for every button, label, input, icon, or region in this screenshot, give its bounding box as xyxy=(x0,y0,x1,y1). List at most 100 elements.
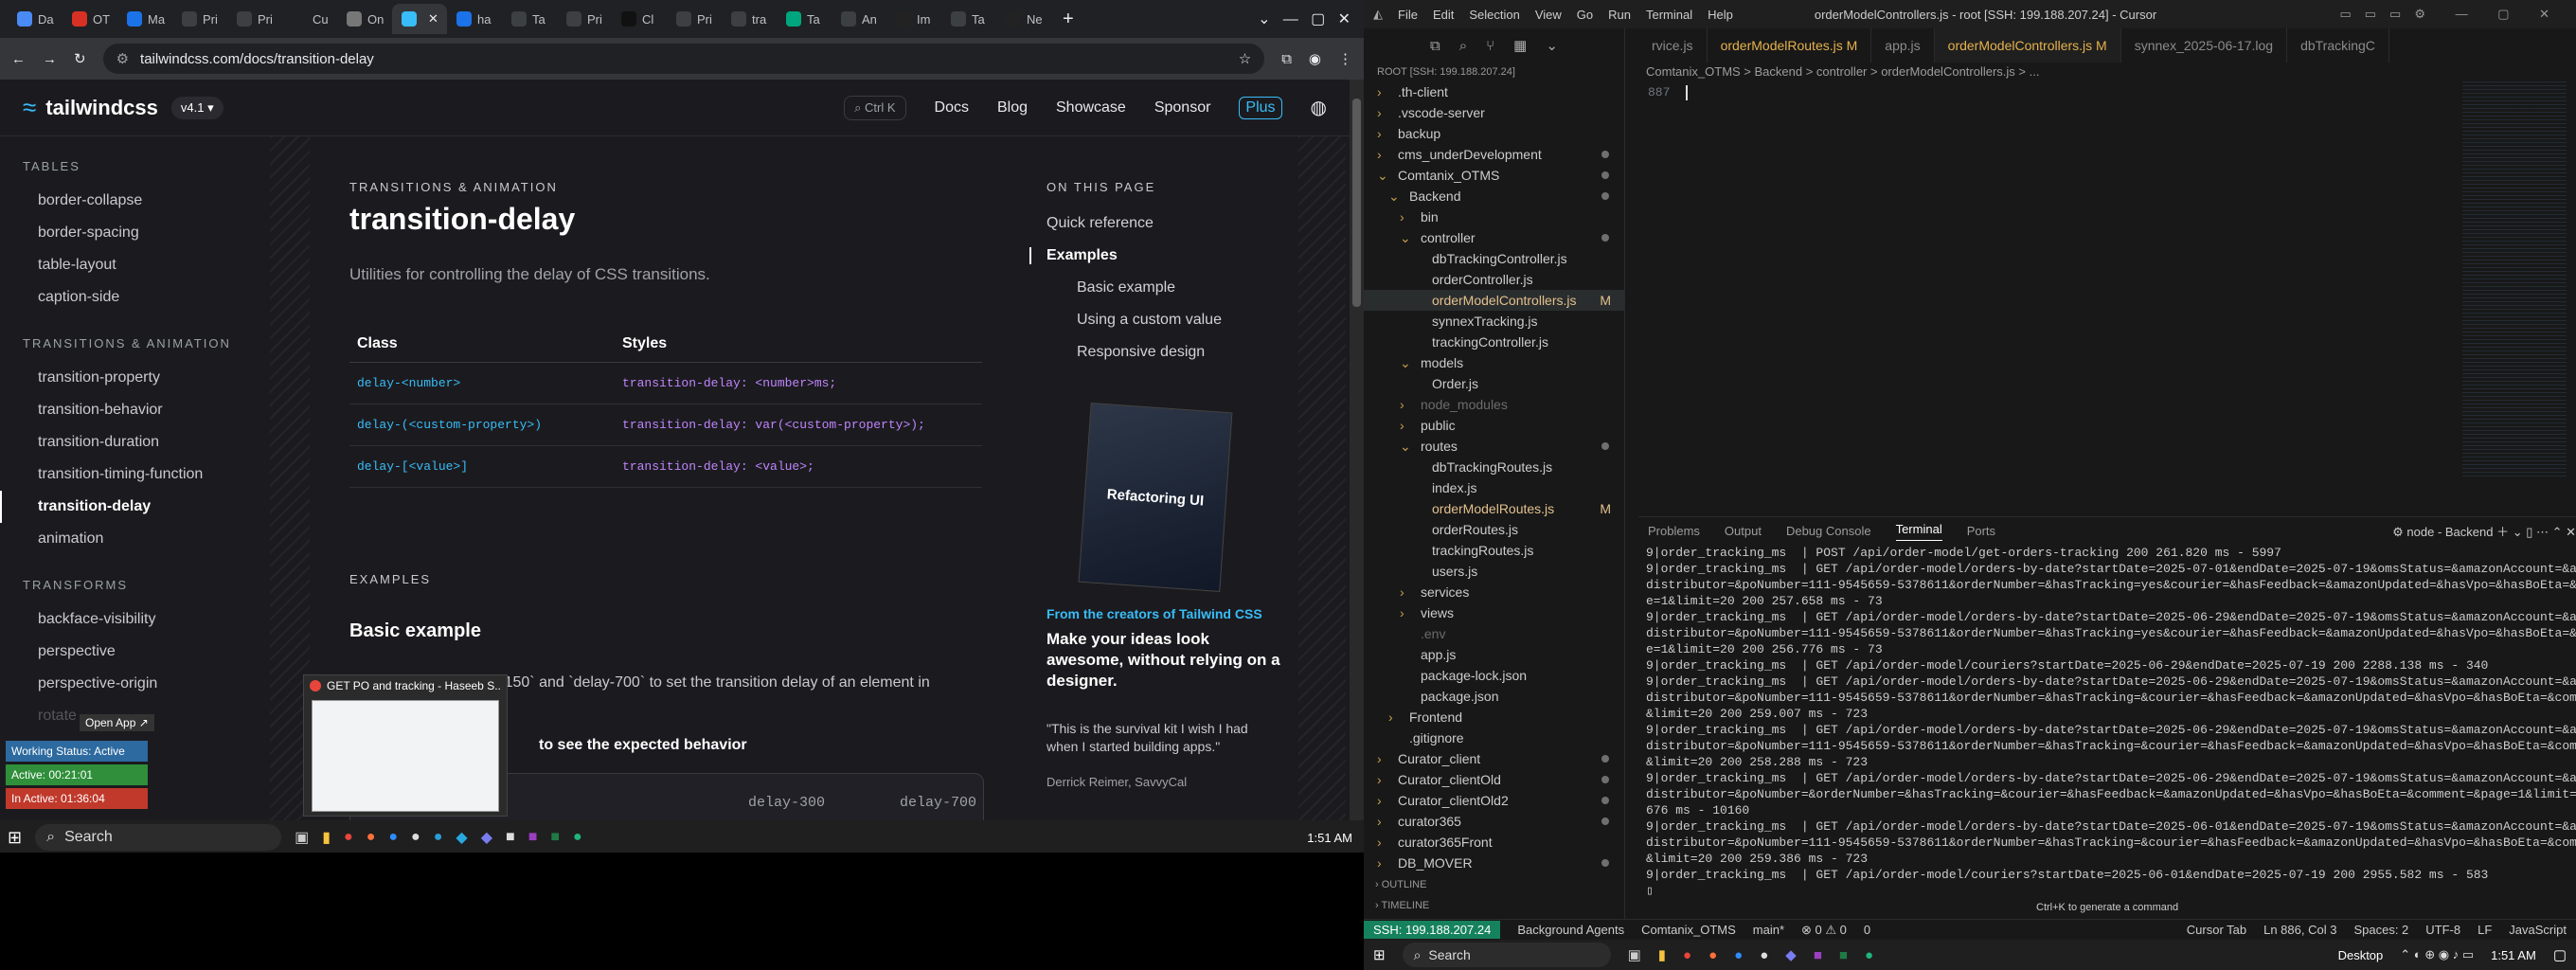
browser-tab[interactable]: Pri xyxy=(667,4,722,34)
sidebar-item-perspective[interactable]: perspective xyxy=(0,636,270,668)
browser-tab[interactable]: Ta xyxy=(777,4,832,34)
browser-tab[interactable]: ✕ xyxy=(392,4,447,34)
editor-tab[interactable]: orderModelRoutes.js M xyxy=(1708,28,1872,63)
excel-icon[interactable]: ■ xyxy=(550,829,560,846)
tree-folder[interactable]: › curator365Front xyxy=(1364,832,1624,853)
close-tab-icon[interactable]: ✕ xyxy=(428,11,438,27)
sidebar-item-transition-duration[interactable]: transition-duration xyxy=(0,426,270,458)
tree-folder[interactable]: ⌄ models xyxy=(1364,352,1624,373)
tree-folder[interactable]: › .vscode-server xyxy=(1364,102,1624,123)
excel-icon[interactable]: ■ xyxy=(1839,947,1848,963)
tree-folder[interactable]: › bin xyxy=(1364,207,1624,227)
tab-ports[interactable]: Ports xyxy=(1967,524,1995,538)
open-app-button[interactable]: Open App ↗ xyxy=(80,714,154,731)
chrome-taskbar-icon[interactable]: ● xyxy=(344,829,353,846)
tree-folder[interactable]: ⌄ Backend xyxy=(1364,186,1624,207)
onenote-icon[interactable]: ■ xyxy=(1814,947,1822,963)
browser-tab[interactable]: Ta xyxy=(941,4,996,34)
back-icon[interactable]: ← xyxy=(11,51,26,67)
menu-run[interactable]: Run xyxy=(1608,8,1631,22)
app-icon-2[interactable]: ● xyxy=(434,829,443,846)
eol[interactable]: LF xyxy=(2478,923,2492,937)
tree-folder[interactable]: › Curator_clientOld xyxy=(1364,769,1624,790)
tree-file[interactable]: .env xyxy=(1364,623,1624,644)
window-controls[interactable]: ⌄ — ▢ ✕ xyxy=(1258,9,1351,28)
new-tab-button[interactable]: + xyxy=(1063,9,1074,30)
source-control-icon[interactable]: ⑂ xyxy=(1486,38,1494,54)
ports-count[interactable]: 0 xyxy=(1864,923,1870,937)
nav-plus[interactable]: Plus xyxy=(1239,96,1282,119)
vscode-taskbar-icon[interactable]: ◆ xyxy=(1785,946,1797,963)
zoom-icon[interactable]: ● xyxy=(1734,947,1743,963)
app-icon-1[interactable]: ● xyxy=(411,829,420,846)
sidebar-item-transition-behavior[interactable]: transition-behavior xyxy=(0,394,270,426)
browser-tab[interactable]: tra xyxy=(722,4,777,34)
nav-showcase[interactable]: Showcase xyxy=(1056,99,1126,117)
sidebar-item-caption-side[interactable]: caption-side xyxy=(0,281,270,314)
tree-folder[interactable]: › Curator_clientOld2 xyxy=(1364,790,1624,811)
page-scroll-thumb[interactable] xyxy=(1352,99,1361,307)
editor-area[interactable]: 887 xyxy=(1638,81,2491,516)
tree-file[interactable]: index.js xyxy=(1364,477,1624,498)
browser-tab[interactable]: Da xyxy=(8,4,63,34)
tree-file[interactable]: orderModelControllers.js M xyxy=(1364,290,1624,311)
indent[interactable]: Spaces: 2 xyxy=(2353,923,2408,937)
browser-tab[interactable]: Im xyxy=(886,4,941,34)
cursor-tab[interactable]: Cursor Tab xyxy=(2187,923,2246,937)
editor-tab[interactable]: app.js xyxy=(1871,28,1935,63)
toc-responsive[interactable]: Responsive design xyxy=(1046,344,1293,361)
nav-docs[interactable]: Docs xyxy=(935,99,969,117)
toc-quick-reference[interactable]: Quick reference xyxy=(1046,215,1293,232)
outline-section[interactable]: › OUTLINE xyxy=(1375,879,1426,890)
explorer-sash[interactable] xyxy=(1624,28,1638,919)
browser-tab[interactable]: On xyxy=(337,4,392,34)
address-bar[interactable]: ⚙ tailwindcss.com/docs/transition-delay … xyxy=(102,44,1265,74)
windows-start-icon[interactable]: ⊞ xyxy=(8,828,22,848)
editor-tab[interactable]: synnex_2025-06-17.log xyxy=(2121,28,2288,63)
windows-start-icon[interactable]: ⊞ xyxy=(1373,946,1386,963)
tree-folder[interactable]: › Frontend xyxy=(1364,707,1624,728)
github-icon[interactable]: ◍ xyxy=(1311,96,1327,119)
terminal-selector[interactable]: ⚙ node - Backend ＋ ⌄ ▯ ⋯ ⌃ ✕ xyxy=(2392,522,2576,540)
tree-file[interactable]: .gitignore xyxy=(1364,728,1624,748)
tree-folder[interactable]: › cms_underDevelopment xyxy=(1364,144,1624,165)
menu-icon[interactable]: ⋮ xyxy=(1338,50,1352,67)
tree-folder[interactable]: › backup xyxy=(1364,123,1624,144)
brand-name[interactable]: tailwindcss xyxy=(45,96,158,120)
notification-icon[interactable]: ▢ xyxy=(2553,946,2567,963)
zoom-icon[interactable]: ● xyxy=(388,829,398,846)
tree-file[interactable]: dbTrackingRoutes.js xyxy=(1364,457,1624,477)
tree-folder[interactable]: › services xyxy=(1364,582,1624,602)
task-view-icon[interactable]: ▣ xyxy=(295,828,309,847)
file-explorer-icon[interactable]: ▮ xyxy=(322,828,331,847)
tab-terminal[interactable]: Terminal xyxy=(1895,522,1942,541)
tree-file[interactable]: orderModelRoutes.js M xyxy=(1364,498,1624,519)
edge-icon[interactable]: ● xyxy=(573,829,582,846)
preview-thumbnail[interactable] xyxy=(312,700,499,812)
menu-selection[interactable]: Selection xyxy=(1469,8,1519,22)
browser-tab[interactable]: Pri xyxy=(227,4,282,34)
tree-file[interactable]: synnexTracking.js xyxy=(1364,311,1624,332)
chrome-taskbar-icon[interactable]: ● xyxy=(1683,947,1691,963)
taskbar-search[interactable]: ⌕ Search xyxy=(1402,943,1611,967)
tree-folder[interactable]: › .th-client xyxy=(1364,81,1624,102)
refactoring-ui-promo[interactable]: Refactoring UI From the creators of Tail… xyxy=(1046,402,1283,789)
remote-indicator[interactable]: SSH: 199.188.207.24 xyxy=(1364,921,1501,939)
browser-tab[interactable]: Cu xyxy=(282,4,337,34)
tailwind-logo-icon[interactable]: ≈ xyxy=(23,93,36,122)
sidebar-item-transition-delay[interactable]: transition-delay xyxy=(0,491,270,523)
chevron-down-icon[interactable]: ⌄ xyxy=(1546,37,1558,54)
tree-folder[interactable]: › public xyxy=(1364,415,1624,436)
sidebar-item-animation[interactable]: animation xyxy=(0,523,270,555)
browser-tab[interactable]: Ne xyxy=(996,4,1051,34)
terminal-output[interactable]: 9|order_tracking_ms | POST /api/order-mo… xyxy=(1646,545,2576,895)
system-tray-icons[interactable]: ⌃ ◐ ⊕ ◉ ♪ ▭ xyxy=(2400,947,2474,962)
explorer-root[interactable]: ROOT [SSH: 199.188.207.24] xyxy=(1364,63,1624,81)
tree-folder[interactable]: ⌄ Comtanix_OTMS xyxy=(1364,165,1624,186)
menu-view[interactable]: View xyxy=(1535,8,1562,22)
cursor-position[interactable]: Ln 886, Col 3 xyxy=(2263,923,2336,937)
editor-breadcrumb[interactable]: Comtanix_OTMS > Backend > controller > o… xyxy=(1646,64,2039,79)
tree-file[interactable]: trackingController.js xyxy=(1364,332,1624,352)
sidebar-item-border-spacing[interactable]: border-spacing xyxy=(0,217,270,249)
tab-problems[interactable]: Problems xyxy=(1648,524,1700,538)
